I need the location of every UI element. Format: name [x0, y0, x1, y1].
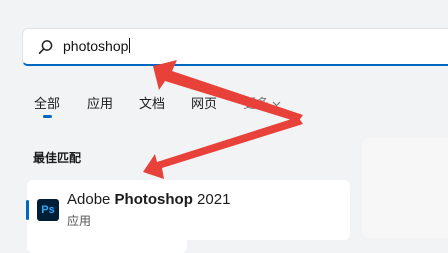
result-title-suffix: 2021 — [192, 191, 231, 208]
result-title-highlight: Photoshop — [114, 191, 193, 208]
tab-web[interactable]: 网页 — [191, 93, 217, 112]
photoshop-icon-text: Ps — [41, 204, 55, 216]
best-match-result[interactable] — [27, 180, 350, 240]
tab-apps[interactable]: 应用 — [87, 93, 113, 112]
annotation-arrow-to-search — [153, 60, 303, 122]
search-box[interactable]: photoshop — [22, 28, 448, 66]
photoshop-app-icon: Ps — [37, 199, 59, 221]
chevron-down-icon — [272, 101, 281, 107]
tab-selected-indicator — [43, 115, 52, 118]
search-input[interactable]: photoshop — [63, 38, 131, 54]
result-title-prefix: Adobe — [67, 191, 115, 208]
tab-more[interactable]: 更多 — [243, 93, 281, 112]
tab-all[interactable]: 全部 — [34, 93, 60, 112]
result-title: Adobe Photoshop 2021 — [67, 191, 230, 208]
tab-more-label: 更多 — [243, 97, 270, 112]
text-caret — [129, 38, 131, 53]
best-match-result-extension — [27, 237, 187, 253]
selection-indicator — [26, 200, 29, 220]
result-subtitle: 应用 — [67, 214, 92, 228]
preview-panel — [362, 138, 448, 238]
best-match-heading: 最佳匹配 — [33, 151, 82, 165]
annotation-arrow-to-result — [143, 117, 303, 179]
search-input-value: photoshop — [63, 38, 129, 54]
tab-documents[interactable]: 文档 — [139, 93, 165, 112]
search-icon — [38, 40, 53, 54]
